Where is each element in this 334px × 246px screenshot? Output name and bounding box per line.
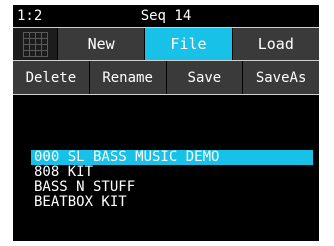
action-bar: Delete Rename Save SaveAs — [13, 61, 319, 95]
tab-file[interactable]: File — [144, 28, 232, 60]
tab-bar: New File Load — [13, 27, 319, 61]
save-button[interactable]: Save — [165, 61, 243, 94]
grid-button[interactable] — [13, 28, 57, 60]
file-item[interactable]: 808 KIT — [31, 165, 313, 180]
delete-button[interactable]: Delete — [13, 61, 89, 94]
rename-button[interactable]: Rename — [88, 61, 166, 94]
file-item[interactable]: BEATBOX KIT — [31, 195, 313, 210]
sequence-title: Seq 14 — [140, 8, 192, 24]
grid-icon — [22, 31, 48, 57]
tab-new[interactable]: New — [57, 28, 145, 60]
file-list: 000 SL BASS MUSIC DEMO 808 KIT BASS N ST… — [31, 150, 313, 210]
device-screen: 1:2 Seq 14 New File Load Delete Rename S… — [13, 5, 319, 241]
file-item[interactable]: BASS N STUFF — [31, 180, 313, 195]
save-as-button[interactable]: SaveAs — [242, 61, 319, 94]
status-bar: 1:2 Seq 14 — [13, 5, 319, 27]
file-item-selected[interactable]: 000 SL BASS MUSIC DEMO — [31, 150, 313, 165]
tab-load[interactable]: Load — [231, 28, 319, 60]
